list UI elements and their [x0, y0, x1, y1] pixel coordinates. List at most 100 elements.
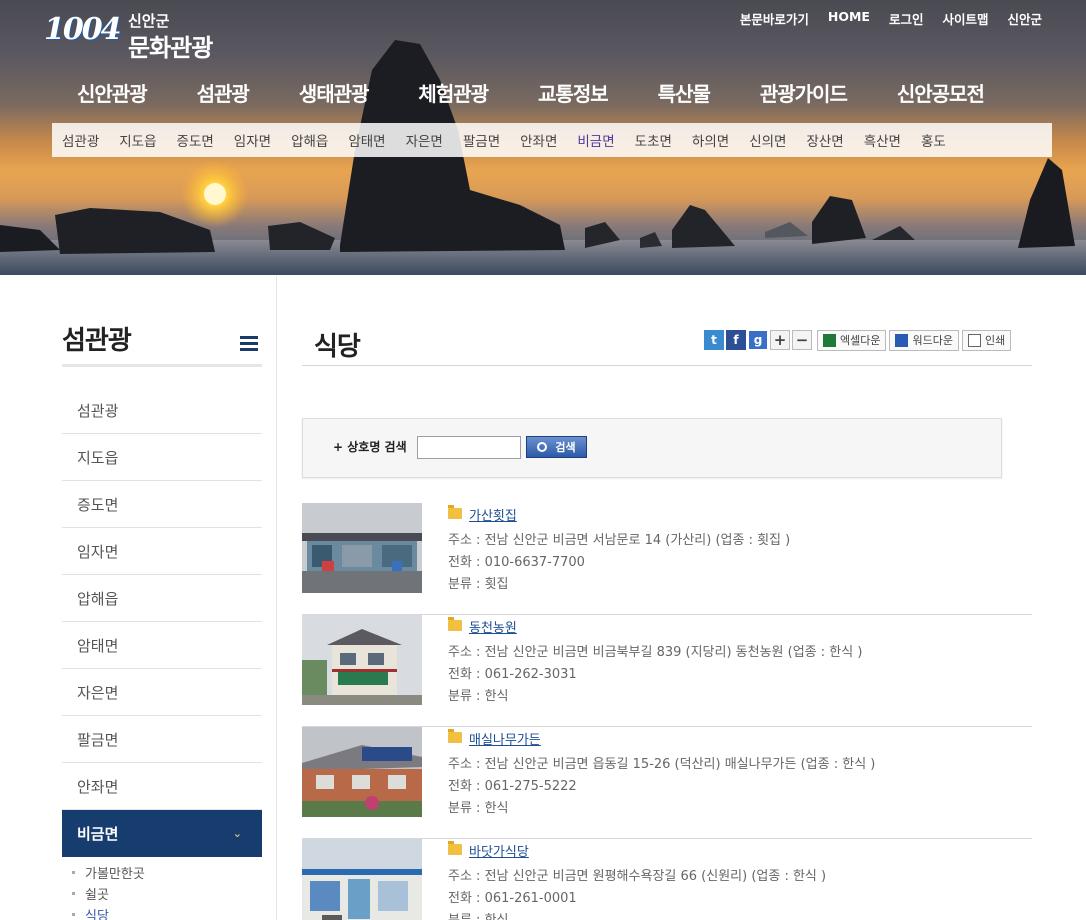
sub-nav-item[interactable]: 증도면 [177, 130, 214, 150]
sidebar-item[interactable]: 자은면 [62, 669, 262, 716]
logo-1004-mark: 1004 [44, 12, 121, 47]
sub-nav-item[interactable]: 임자면 [234, 130, 271, 150]
restaurant-photo[interactable] [302, 503, 422, 593]
restaurant-phone: 전화 : 061-261-0001 [448, 891, 577, 906]
sub-nav-item[interactable]: 홍도 [921, 130, 946, 150]
sub-nav-item-active[interactable]: 비금면 [577, 130, 614, 150]
sidebar-subitem-label: 쉴곳 [85, 888, 109, 903]
util-skip-to-content[interactable]: 본문바로가기 [740, 9, 809, 28]
sidebar-subitem-label: 식당 [85, 909, 109, 920]
main-nav-experience-tour[interactable]: 체험관광 [418, 78, 489, 107]
restaurant-phone: 전화 : 061-262-3031 [448, 667, 577, 682]
sub-nav-item[interactable]: 암태면 [348, 130, 385, 150]
word-icon [895, 333, 909, 347]
print-button[interactable]: 인쇄 [961, 329, 1012, 351]
main-nav-specialties[interactable]: 특산물 [658, 78, 711, 107]
sidebar-subitem-label: 가볼만한곳 [85, 867, 145, 882]
restaurant-address: 주소 : 전남 신안군 비금면 비금북부길 839 (지당리) 동천농원 (업종… [448, 645, 863, 660]
search-panel: + 상호명 검색 검색 [302, 418, 1002, 478]
list-item: 동천농원 주소 : 전남 신안군 비금면 비금북부길 839 (지당리) 동천농… [302, 615, 1032, 727]
restaurant-category: 분류 : 한식 [448, 689, 509, 704]
folder-icon [448, 841, 462, 855]
chevron-down-icon: ⌄ [232, 827, 242, 840]
restaurant-name-link[interactable]: 바닷가식당 [469, 841, 529, 860]
list-item: 매실나무가든 주소 : 전남 신안군 비금면 읍동길 15-26 (덕산리) 매… [302, 727, 1032, 839]
sidebar-item[interactable]: 암태면 [62, 622, 262, 669]
business-name-search-input[interactable] [417, 436, 521, 459]
sidebar-submenu: 가볼만한곳 쉴곳 식당 [72, 862, 145, 920]
sidebar-item[interactable]: 증도면 [62, 481, 262, 528]
util-login[interactable]: 로그인 [889, 9, 924, 28]
restaurant-phone: 전화 : 010-6637-7700 [448, 555, 585, 570]
sub-nav-bar: 섬관광 지도읍 증도면 임자면 압해읍 암태면 자은면 팔금면 안좌면 비금면 … [52, 123, 1052, 157]
excel-download-button[interactable]: 엑셀다운 [817, 329, 887, 351]
main-nav-tour-guide[interactable]: 관광가이드 [760, 78, 848, 107]
folder-icon [448, 617, 462, 631]
header-hero: 1004 신안군 문화관광 본문바로가기 HOME 로그인 사이트맵 신안군 신… [0, 0, 1086, 275]
sub-nav-item[interactable]: 장산면 [806, 130, 843, 150]
sub-nav-item[interactable]: 섬관광 [62, 130, 99, 150]
util-sinan-county[interactable]: 신안군 [1007, 9, 1042, 28]
sidebar-divider [276, 276, 277, 920]
restaurant-photo[interactable] [302, 839, 422, 920]
restaurant-name-link[interactable]: 가산횟집 [469, 505, 517, 524]
sub-nav-item[interactable]: 압해읍 [291, 130, 328, 150]
sub-nav-item[interactable]: 도초면 [635, 130, 672, 150]
zoom-out-icon[interactable]: − [792, 330, 812, 350]
twitter-icon[interactable]: t [704, 330, 724, 350]
sidebar-item[interactable]: 지도읍 [62, 434, 262, 481]
main-nav-island-tour[interactable]: 섬관광 [197, 78, 250, 107]
sidebar-item[interactable]: 임자면 [62, 528, 262, 575]
main-nav: 신안관광 섬관광 생태관광 체험관광 교통정보 특산물 관광가이드 신안공모전 [52, 78, 1032, 107]
sub-nav-item[interactable]: 안좌면 [520, 130, 557, 150]
sub-nav-item[interactable]: 흑산면 [864, 130, 901, 150]
sub-nav-item[interactable]: 지도읍 [119, 130, 156, 150]
sidebar-subitem-active[interactable]: 식당 [72, 904, 145, 920]
restaurant-photo[interactable] [302, 615, 422, 705]
bullet-icon [72, 871, 75, 874]
restaurant-category: 분류 : 한식 [448, 909, 509, 920]
main-nav-eco-tour[interactable]: 생태관광 [299, 78, 370, 107]
facebook-icon[interactable]: f [726, 330, 746, 350]
sub-nav-item[interactable]: 자은면 [406, 130, 443, 150]
folder-icon [448, 729, 462, 743]
google-plus-icon[interactable]: g [748, 330, 768, 350]
sidebar-item[interactable]: 안좌면 [62, 763, 262, 810]
util-sitemap[interactable]: 사이트맵 [942, 9, 988, 28]
restaurant-category: 분류 : 한식 [448, 801, 509, 816]
sub-nav-item[interactable]: 하의면 [692, 130, 729, 150]
utility-links: 본문바로가기 HOME 로그인 사이트맵 신안군 [721, 9, 1042, 28]
printer-icon [967, 333, 981, 347]
list-item: 가산횟집 주소 : 전남 신안군 비금면 서남문로 14 (가산리) (업종 :… [302, 503, 1032, 615]
main-nav-transport[interactable]: 교통정보 [538, 78, 609, 107]
search-label: + 상호명 검색 [333, 440, 407, 454]
restaurant-photo[interactable] [302, 727, 422, 817]
hamburger-menu-icon[interactable] [240, 336, 258, 352]
excel-icon [823, 333, 836, 347]
sidebar-subitem[interactable]: 쉴곳 [72, 883, 145, 904]
word-download-button[interactable]: 워드다운 [889, 329, 959, 351]
sidebar-item-active-label: 비금면 [77, 825, 119, 843]
restaurant-name-link[interactable]: 동천농원 [469, 617, 517, 636]
restaurant-address: 주소 : 전남 신안군 비금면 읍동길 15-26 (덕산리) 매실나무가든 (… [448, 757, 876, 772]
sidebar-item[interactable]: 팔금면 [62, 716, 262, 763]
logo-title: 문화관광 [128, 34, 213, 62]
sub-nav-item[interactable]: 신의면 [749, 130, 786, 150]
sidebar-item-active[interactable]: 비금면 ⌄ [62, 810, 262, 857]
util-home[interactable]: HOME [828, 9, 870, 28]
restaurant-category: 분류 : 횟집 [448, 577, 509, 592]
sidebar-menu: 섬관광 지도읍 증도면 임자면 압해읍 암태면 자은면 팔금면 안좌면 비금면 … [62, 387, 262, 857]
sidebar-item[interactable]: 압해읍 [62, 575, 262, 622]
restaurant-address: 주소 : 전남 신안군 비금면 원평해수욕장길 66 (신원리) (업종 : 한… [448, 869, 827, 884]
main-nav-contest[interactable]: 신안공모전 [897, 78, 985, 107]
sidebar-subitem[interactable]: 가볼만한곳 [72, 862, 145, 883]
bullet-icon [72, 892, 75, 895]
restaurant-name-link[interactable]: 매실나무가든 [469, 729, 541, 748]
zoom-in-icon[interactable]: + [770, 330, 790, 350]
sidebar-item[interactable]: 섬관광 [62, 387, 262, 434]
search-button[interactable]: 검색 [526, 436, 587, 458]
sub-nav-item[interactable]: 팔금면 [463, 130, 500, 150]
sidebar-title: 섬관광 [62, 326, 132, 356]
site-logo[interactable]: 1004 신안군 문화관광 [44, 8, 244, 62]
main-nav-sinan-tour[interactable]: 신안관광 [77, 78, 148, 107]
